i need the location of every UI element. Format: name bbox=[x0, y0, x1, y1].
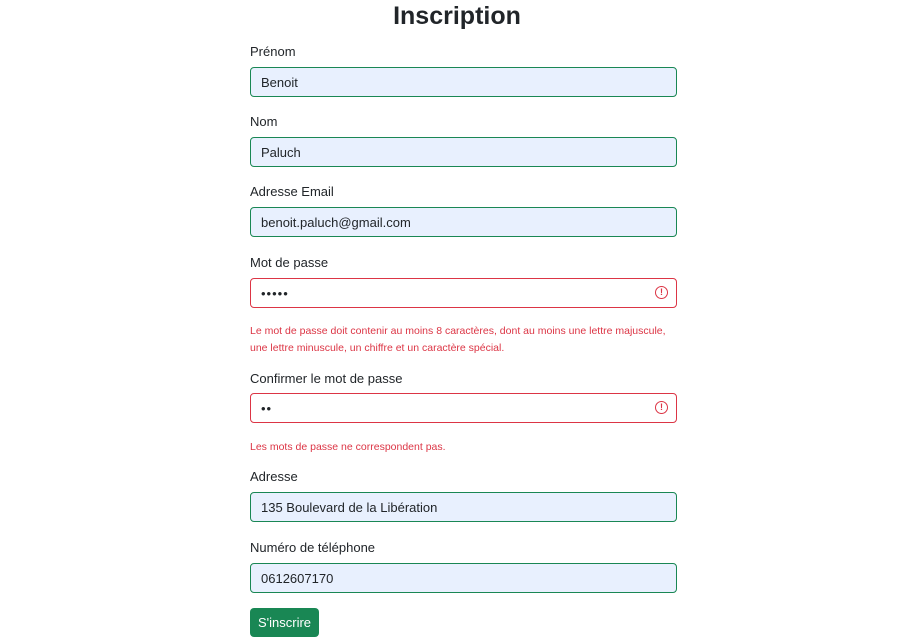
password-label: Mot de passe bbox=[250, 255, 329, 270]
page-title: Inscription bbox=[393, 2, 521, 30]
phone-label: Numéro de téléphone bbox=[250, 540, 376, 555]
exclamation-circle-icon: ! bbox=[655, 286, 668, 299]
address-input[interactable] bbox=[250, 492, 677, 522]
confirm-password-error-message: Les mots de passe ne correspondent pas. bbox=[250, 441, 446, 453]
exclamation-circle-icon: ! bbox=[655, 401, 668, 414]
registration-page: Inscription Prénom Nom Adresse Email Mot… bbox=[0, 0, 914, 644]
password-error-message: Le mot de passe doit contenir au moins 8… bbox=[250, 325, 666, 354]
first-name-label: Prénom bbox=[250, 44, 296, 59]
confirm-password-label: Confirmer le mot de passe bbox=[250, 371, 403, 386]
email-input[interactable] bbox=[250, 207, 677, 237]
last-name-label: Nom bbox=[250, 114, 278, 129]
phone-input[interactable] bbox=[250, 563, 677, 593]
address-label: Adresse bbox=[250, 469, 298, 484]
email-label: Adresse Email bbox=[250, 184, 334, 199]
password-input[interactable] bbox=[250, 278, 677, 308]
first-name-input[interactable] bbox=[250, 67, 677, 97]
register-button[interactable]: S'inscrire bbox=[250, 608, 319, 637]
confirm-password-input[interactable] bbox=[250, 393, 677, 423]
last-name-input[interactable] bbox=[250, 137, 677, 167]
